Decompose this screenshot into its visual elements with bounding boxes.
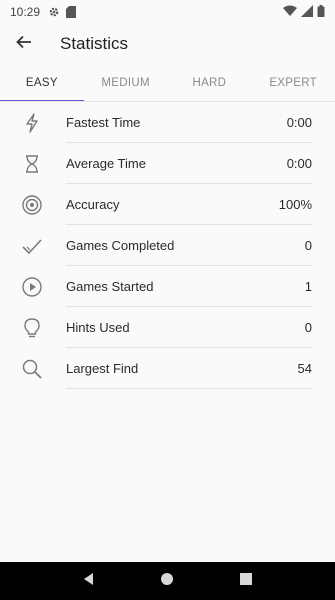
recents-square-icon [239,572,252,590]
status-bar: 10:29 [0,0,335,24]
stat-value: 0 [304,320,312,335]
tab-hard[interactable]: HARD [168,64,252,102]
back-button[interactable] [2,24,46,64]
lightning-icon [16,102,48,143]
target-icon [16,184,48,225]
stat-label: Hints Used [66,320,130,335]
checkmark-icon [16,225,48,266]
stat-value: 0:00 [286,156,312,171]
magnifier-icon [16,348,48,389]
stat-label: Games Started [66,279,154,294]
tab-expert[interactable]: EXPERT [251,64,335,102]
lightbulb-icon [16,307,48,348]
settings-gear-icon [48,6,60,18]
stat-label: Games Completed [66,238,175,253]
stat-row-largest-find: Largest Find 54 [0,348,335,389]
stats-list: Fastest Time 0:00 Average Time 0:00 Accu… [0,102,335,389]
stat-label: Largest Find [66,361,139,376]
cellular-signal-icon [301,4,313,20]
stat-label: Accuracy [66,197,120,212]
sd-card-icon [66,6,78,18]
tab-medium[interactable]: MEDIUM [84,64,168,102]
tab-easy[interactable]: EASY [0,64,84,102]
stat-row-fastest-time: Fastest Time 0:00 [0,102,335,143]
stat-value: 54 [297,361,312,376]
home-circle-icon [160,572,174,591]
hourglass-icon [16,143,48,184]
stat-value: 100% [278,197,312,212]
nav-back-button[interactable] [75,567,103,595]
system-nav-bar [0,562,335,600]
app-bar: Statistics [0,24,335,64]
stat-label: Fastest Time [66,115,141,130]
stat-row-accuracy: Accuracy 100% [0,184,335,225]
arrow-back-icon [15,33,33,56]
stat-row-average-time: Average Time 0:00 [0,143,335,184]
difficulty-tabs: EASY MEDIUM HARD EXPERT [0,64,335,102]
stat-row-hints-used: Hints Used 0 [0,307,335,348]
nav-home-button[interactable] [153,567,181,595]
stat-value: 0:00 [286,115,312,130]
stat-label: Average Time [66,156,146,171]
play-circle-icon [16,266,48,307]
status-right [283,4,325,20]
stat-row-games-started: Games Started 1 [0,266,335,307]
stat-value: 1 [304,279,312,294]
row-divider [66,388,313,389]
page-title: Statistics [60,34,129,53]
status-time: 10:29 [10,5,41,19]
stat-row-games-completed: Games Completed 0 [0,225,335,266]
wifi-icon [283,5,297,20]
nav-recents-button[interactable] [232,567,260,595]
stat-value: 0 [304,238,312,253]
back-triangle-icon [82,572,96,591]
battery-icon [317,4,325,20]
